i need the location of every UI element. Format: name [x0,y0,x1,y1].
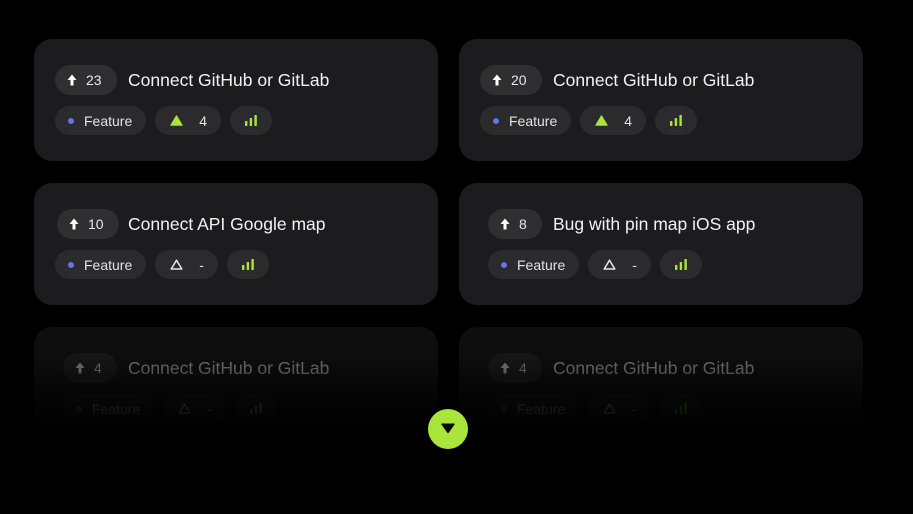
feature-card[interactable]: 4 Connect GitHub or GitLab Feature - [34,327,438,449]
priority-value: - [632,400,637,417]
upvote-button[interactable]: 4 [488,353,542,383]
priority-badge[interactable]: - [588,394,651,423]
vote-count: 20 [511,72,527,88]
arrow-up-icon [500,218,510,230]
signal-bars-icon [249,401,263,417]
upvote-button[interactable]: 4 [63,353,117,383]
vote-count: 8 [519,216,527,232]
arrow-up-icon [492,74,502,86]
priority-badge[interactable]: - [163,394,226,423]
feature-card[interactable]: 4 Connect GitHub or GitLab Feature - [459,327,863,449]
arrow-up-icon [67,74,77,86]
feature-card[interactable]: 8 Bug with pin map iOS app Feature - [459,183,863,305]
card-title: Connect GitHub or GitLab [128,358,330,378]
expand-button[interactable] [428,409,468,449]
priority-value: - [207,400,212,417]
vote-count: 10 [88,216,104,232]
card-title: Connect GitHub or GitLab [128,70,330,90]
vote-count: 4 [519,360,527,376]
triangle-icon [178,401,191,417]
type-label: Feature [84,112,133,129]
vote-count: 4 [94,360,102,376]
card-title: Connect API Google map [128,214,326,234]
type-badge[interactable]: Feature [488,394,580,423]
type-label: Feature [517,256,566,273]
triangle-icon [170,257,183,273]
signal-badge[interactable] [226,250,269,279]
card-title: Bug with pin map iOS app [553,214,756,234]
priority-badge[interactable]: - [155,250,218,279]
dot-icon [493,117,499,124]
upvote-button[interactable]: 10 [57,209,119,239]
dot-icon [68,117,74,124]
arrow-up-icon [75,362,85,374]
upvote-button[interactable]: 8 [488,209,542,239]
dot-icon [68,261,74,268]
type-badge[interactable]: Feature [63,394,155,423]
signal-badge[interactable] [659,250,702,279]
triangle-icon [603,401,616,417]
type-badge[interactable]: Feature [55,106,147,135]
priority-badge[interactable]: - [588,250,651,279]
triangle-icon [595,113,608,129]
type-badge[interactable]: Feature [488,250,580,279]
upvote-button[interactable]: 23 [55,65,117,95]
type-label: Feature [509,112,558,129]
arrow-up-icon [69,218,79,230]
card-title: Connect GitHub or GitLab [553,70,755,90]
type-badge[interactable]: Feature [480,106,572,135]
triangle-icon [603,257,616,273]
dot-icon [76,405,82,412]
dot-icon [501,405,507,412]
type-badge[interactable]: Feature [55,250,147,279]
priority-value: 4 [624,112,633,129]
type-label: Feature [84,256,133,273]
signal-badge[interactable] [659,394,702,423]
priority-value: 4 [199,112,208,129]
priority-badge[interactable]: 4 [155,106,222,135]
vote-count: 23 [86,72,102,88]
signal-bars-icon [241,257,255,273]
signal-bars-icon [244,113,258,129]
caret-down-icon [440,422,456,437]
card-title: Connect GitHub or GitLab [553,358,755,378]
priority-value: - [199,256,204,273]
signal-bars-icon [674,257,688,273]
signal-badge[interactable] [655,106,698,135]
priority-badge[interactable]: 4 [580,106,647,135]
feature-card[interactable]: 10 Connect API Google map Feature - [34,183,438,305]
triangle-icon [170,113,183,129]
priority-value: - [632,256,637,273]
type-label: Feature [92,400,141,417]
arrow-up-icon [500,362,510,374]
dot-icon [501,261,507,268]
signal-bars-icon [674,401,688,417]
type-label: Feature [517,400,566,417]
feature-board: 23 Connect GitHub or GitLab Feature 4 20… [0,0,913,514]
signal-badge[interactable] [230,106,273,135]
feature-card[interactable]: 23 Connect GitHub or GitLab Feature 4 [34,39,438,161]
feature-card[interactable]: 20 Connect GitHub or GitLab Feature 4 [459,39,863,161]
signal-badge[interactable] [234,394,277,423]
signal-bars-icon [669,113,683,129]
upvote-button[interactable]: 20 [480,65,542,95]
